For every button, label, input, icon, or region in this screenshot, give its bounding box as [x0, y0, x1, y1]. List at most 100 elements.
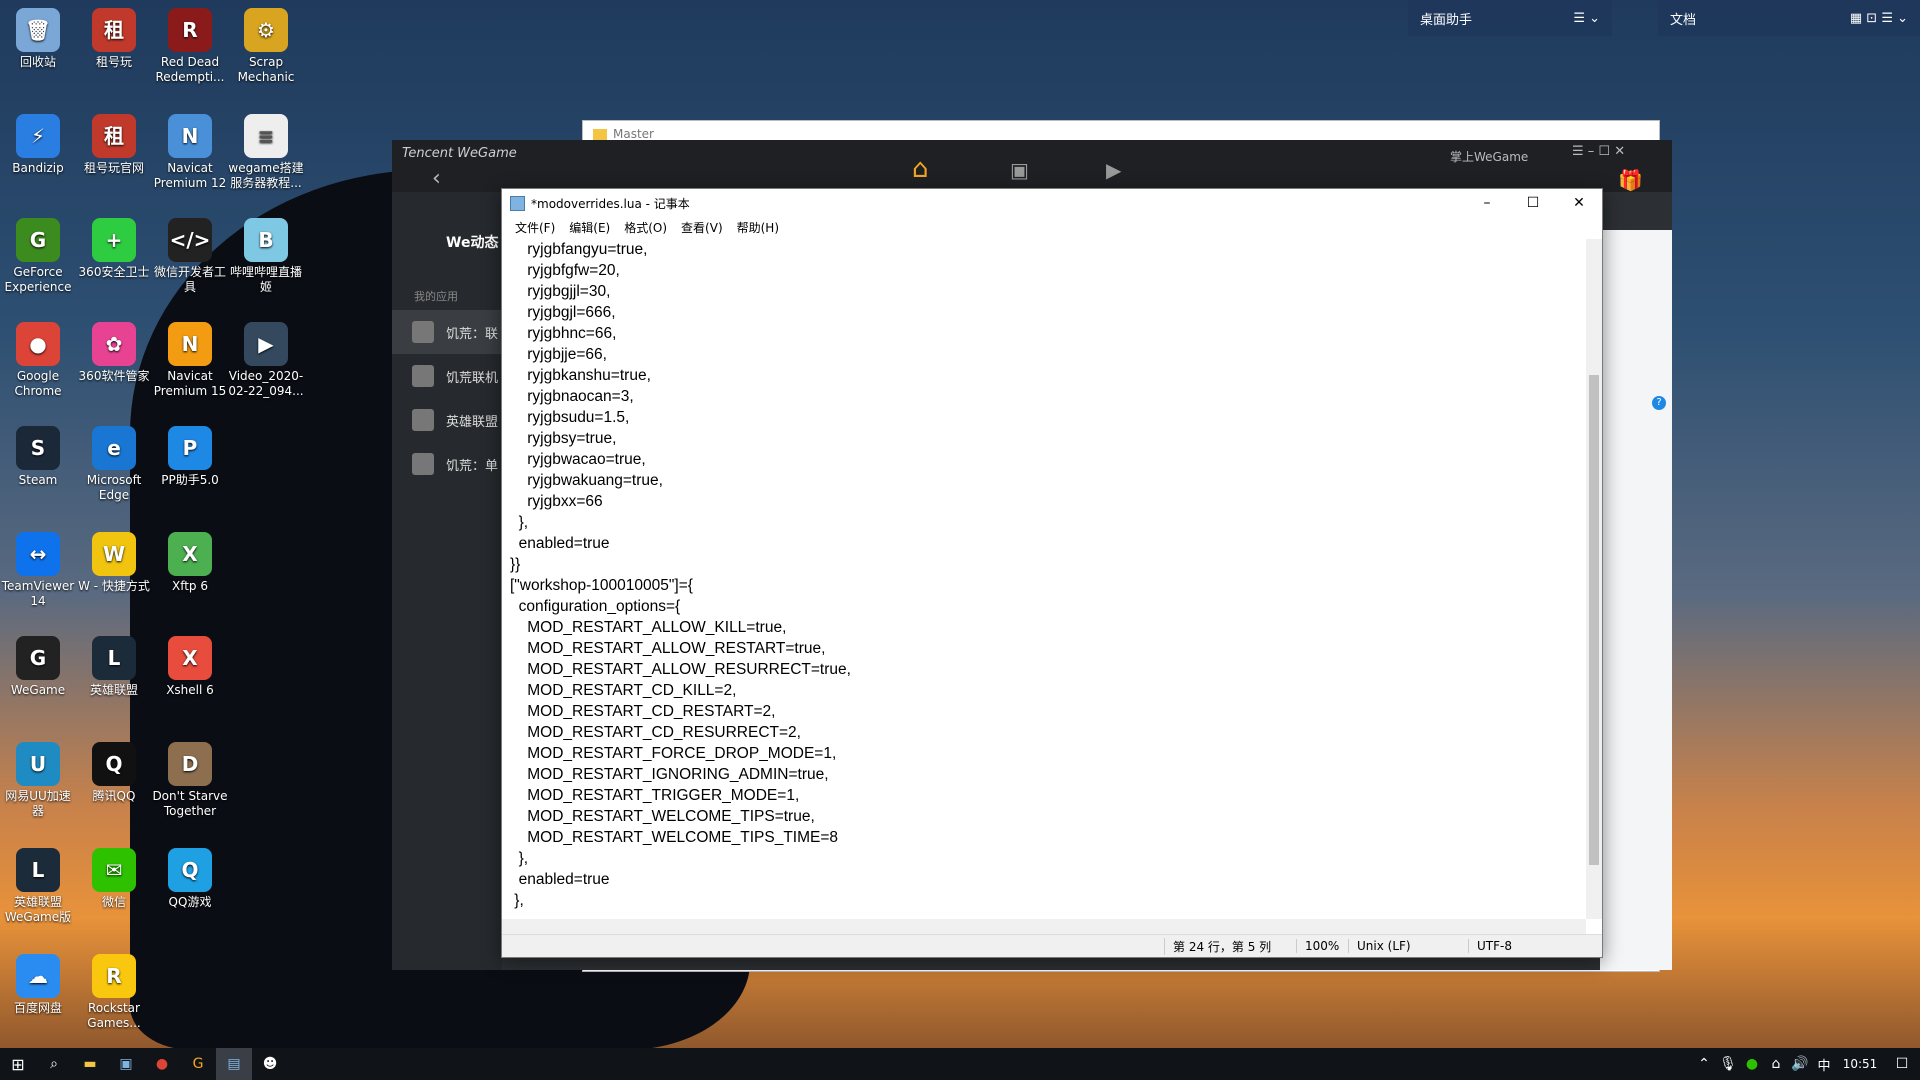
desktop-icon[interactable]: G GeForce Experience — [0, 214, 76, 295]
documents-widget[interactable]: 文档 ▦ ⊡ ☰ ⌄ — [1658, 0, 1920, 36]
desktop-icon[interactable]: Q QQ游戏 — [152, 844, 228, 910]
text-line: }, — [510, 850, 529, 867]
wegame-titlebar[interactable]: Tencent WeGame ‹ ⌂ ▣ ▶ 掌上WeGame ☰ – ☐ ✕ … — [392, 140, 1672, 192]
desktop-icon[interactable]: S Steam — [0, 422, 76, 488]
minimize-button[interactable]: – — [1464, 189, 1510, 217]
vertical-scrollbar[interactable] — [1586, 239, 1602, 919]
store-icon[interactable]: ▣ — [1010, 158, 1029, 182]
desktop-icon[interactable]: ≡ wegame搭建服务器教程... — [228, 110, 304, 191]
notification-icon[interactable]: ☐ — [1884, 1048, 1920, 1080]
clock[interactable]: 10:51 — [1836, 1048, 1884, 1080]
file-explorer-icon[interactable]: ▬ — [72, 1048, 108, 1080]
desktop-icon[interactable]: G WeGame — [0, 632, 76, 698]
notepad-text-area[interactable]: ryjgbfangyu=true, ryjgbfgfw=20, ryjgbgjj… — [502, 239, 1586, 919]
menu-icon[interactable]: ☰ ⌄ — [1573, 11, 1600, 26]
menu-item[interactable]: 帮助(H) — [730, 219, 786, 236]
desktop-icon[interactable]: </> 微信开发者工具 — [152, 214, 228, 295]
menu-item[interactable]: 编辑(E) — [562, 219, 617, 236]
desktop-icon-label: Video_2020-02-22_094... — [228, 369, 304, 398]
notepad-taskbar-icon[interactable]: ▤ — [216, 1048, 252, 1080]
maximize-button[interactable]: ☐ — [1510, 189, 1556, 217]
desktop-icon[interactable]: R Rockstar Games... — [76, 950, 152, 1031]
dst-taskbar-icon[interactable]: ☻ — [252, 1048, 288, 1080]
desktop-icon[interactable]: L 英雄联盟 — [76, 632, 152, 698]
desktop-icon[interactable]: ✉ 微信 — [76, 844, 152, 910]
desktop-icon[interactable]: +360安全卫士 — [76, 214, 152, 280]
control-panel-icon[interactable]: ▣ — [108, 1048, 144, 1080]
gift-icon[interactable]: 🎁 — [1618, 168, 1643, 192]
wegame-app-item[interactable]: 饥荒：联 — [392, 310, 502, 354]
text-line: ryjgbsy=true, — [510, 430, 617, 447]
desktop-icon-label: 百度网盘 — [13, 1001, 62, 1015]
volume-icon[interactable]: 🔊 — [1788, 1048, 1812, 1080]
microphone-icon[interactable]: 🎙 — [1716, 1048, 1740, 1080]
desktop-icon[interactable]: 租租号玩 — [76, 4, 152, 70]
wegame-app-item[interactable]: 饥荒：单 — [392, 442, 502, 486]
wegame-panel-title: We动态 — [446, 235, 499, 251]
help-icon[interactable]: ? — [1652, 396, 1666, 410]
desktop-icon[interactable]: ● Google Chrome — [0, 318, 76, 399]
desktop-icon[interactable]: Q 腾讯QQ — [76, 738, 152, 804]
zuhaowan-icon: 租 — [92, 8, 136, 52]
wechat-tray-icon[interactable]: ● — [1740, 1048, 1764, 1080]
text-line: ryjgbwakuang=true, — [510, 472, 663, 489]
desktop-icon[interactable]: ⚙ Scrap Mechanic — [228, 4, 304, 85]
desktop-icon[interactable]: X Xshell 6 — [152, 632, 228, 698]
back-icon[interactable]: ‹ — [432, 166, 441, 191]
notepad-window: *modoverrides.lua - 记事本 – ☐ ✕ 文件(F) 编辑(E)… — [501, 188, 1603, 958]
text-line: ryjgbfangyu=true, — [510, 241, 648, 258]
desktop-icon[interactable]: B 哔哩哔哩直播姬 — [228, 214, 304, 295]
windows-start-icon[interactable]: ⊞ — [0, 1048, 36, 1080]
desktop-icon[interactable]: L 英雄联盟WeGame版 — [0, 844, 76, 925]
search-icon[interactable]: ⌕ — [36, 1048, 72, 1080]
desktop-icon-label: 网易UU加速器 — [5, 789, 71, 818]
desktop-assistant-widget[interactable]: 桌面助手 ☰ ⌄ — [1408, 0, 1612, 36]
home-icon[interactable]: ⌂ — [912, 154, 929, 184]
notepad-title: *modoverrides.lua - 记事本 — [531, 196, 690, 211]
desktop-icon[interactable]: X Xftp 6 — [152, 528, 228, 594]
desktop-icon[interactable]: 🗑 回收站 — [0, 4, 76, 70]
desktop-icon[interactable]: ↔ TeamViewer 14 — [0, 528, 76, 609]
pp-icon: P — [168, 426, 212, 470]
text-line: }} — [510, 556, 521, 573]
desktop-icon[interactable]: ☁ 百度网盘 — [0, 950, 76, 1016]
desktop-icon[interactable]: ✿ 360软件管家 — [76, 318, 152, 384]
desktop-icon[interactable]: W W - 快捷方式 — [76, 528, 152, 594]
desktop-icon-label: 英雄联盟 — [89, 683, 138, 697]
desktop-icon[interactable]: R Red Dead Redempti... — [152, 4, 228, 85]
text-line: ryjgbnaocan=3, — [510, 388, 634, 405]
menu-item[interactable]: 格式(O) — [617, 219, 674, 236]
network-icon[interactable]: ⌂ — [1764, 1048, 1788, 1080]
folder-icon — [593, 128, 607, 140]
close-button[interactable]: ✕ — [1556, 189, 1602, 217]
desktop-icon-label: Google Chrome — [14, 369, 62, 398]
desktop-icon-label: WeGame — [10, 683, 66, 697]
menu-item[interactable]: 文件(F) — [508, 219, 562, 236]
chrome-taskbar-icon[interactable]: ● — [144, 1048, 180, 1080]
wegame-account[interactable]: 掌上WeGame — [1450, 148, 1528, 165]
desktop-icon[interactable]: 租租号玩官网 — [76, 110, 152, 176]
scroll-thumb[interactable] — [1589, 375, 1599, 865]
menu-item[interactable]: 查看(V) — [674, 219, 730, 236]
desktop-icon[interactable]: e Microsoft Edge — [76, 422, 152, 503]
wegame-app-item[interactable]: 饥荒联机 — [392, 354, 502, 398]
wegame-app-label: 饥荒联机 — [446, 370, 499, 386]
desktop-icon[interactable]: N Navicat Premium 12 — [152, 110, 228, 191]
tray-chevron-icon[interactable]: ⌃ — [1692, 1048, 1716, 1080]
ime-indicator[interactable]: 中 — [1812, 1048, 1836, 1080]
horizontal-scrollbar[interactable] — [502, 919, 1586, 935]
desktop-icon[interactable]: P PP助手5.0 — [152, 422, 228, 488]
desktop-icon[interactable]: D Don't Starve Together — [152, 738, 228, 819]
desktop-icon[interactable]: ⚡ Bandizip — [0, 110, 76, 176]
wegame-taskbar-icon[interactable]: G — [180, 1048, 216, 1080]
widget-controls-icon[interactable]: ▦ ⊡ ☰ ⌄ — [1850, 11, 1908, 26]
desktop-icon[interactable]: N Navicat Premium 15 — [152, 318, 228, 399]
wegame-app-item[interactable]: 英雄联盟 — [392, 398, 502, 442]
video-icon[interactable]: ▶ — [1106, 158, 1121, 182]
desktop-icon[interactable]: U 网易UU加速器 — [0, 738, 76, 819]
desktop-icon[interactable]: ▶ Video_2020-02-22_094... — [228, 318, 304, 399]
wegame-section: 我的应用 — [414, 290, 458, 303]
notepad-titlebar[interactable]: *modoverrides.lua - 记事本 – ☐ ✕ — [502, 189, 1602, 217]
window-controls-icon[interactable]: ☰ – ☐ ✕ — [1572, 144, 1625, 159]
wechat-dev-icon: </> — [168, 218, 212, 262]
